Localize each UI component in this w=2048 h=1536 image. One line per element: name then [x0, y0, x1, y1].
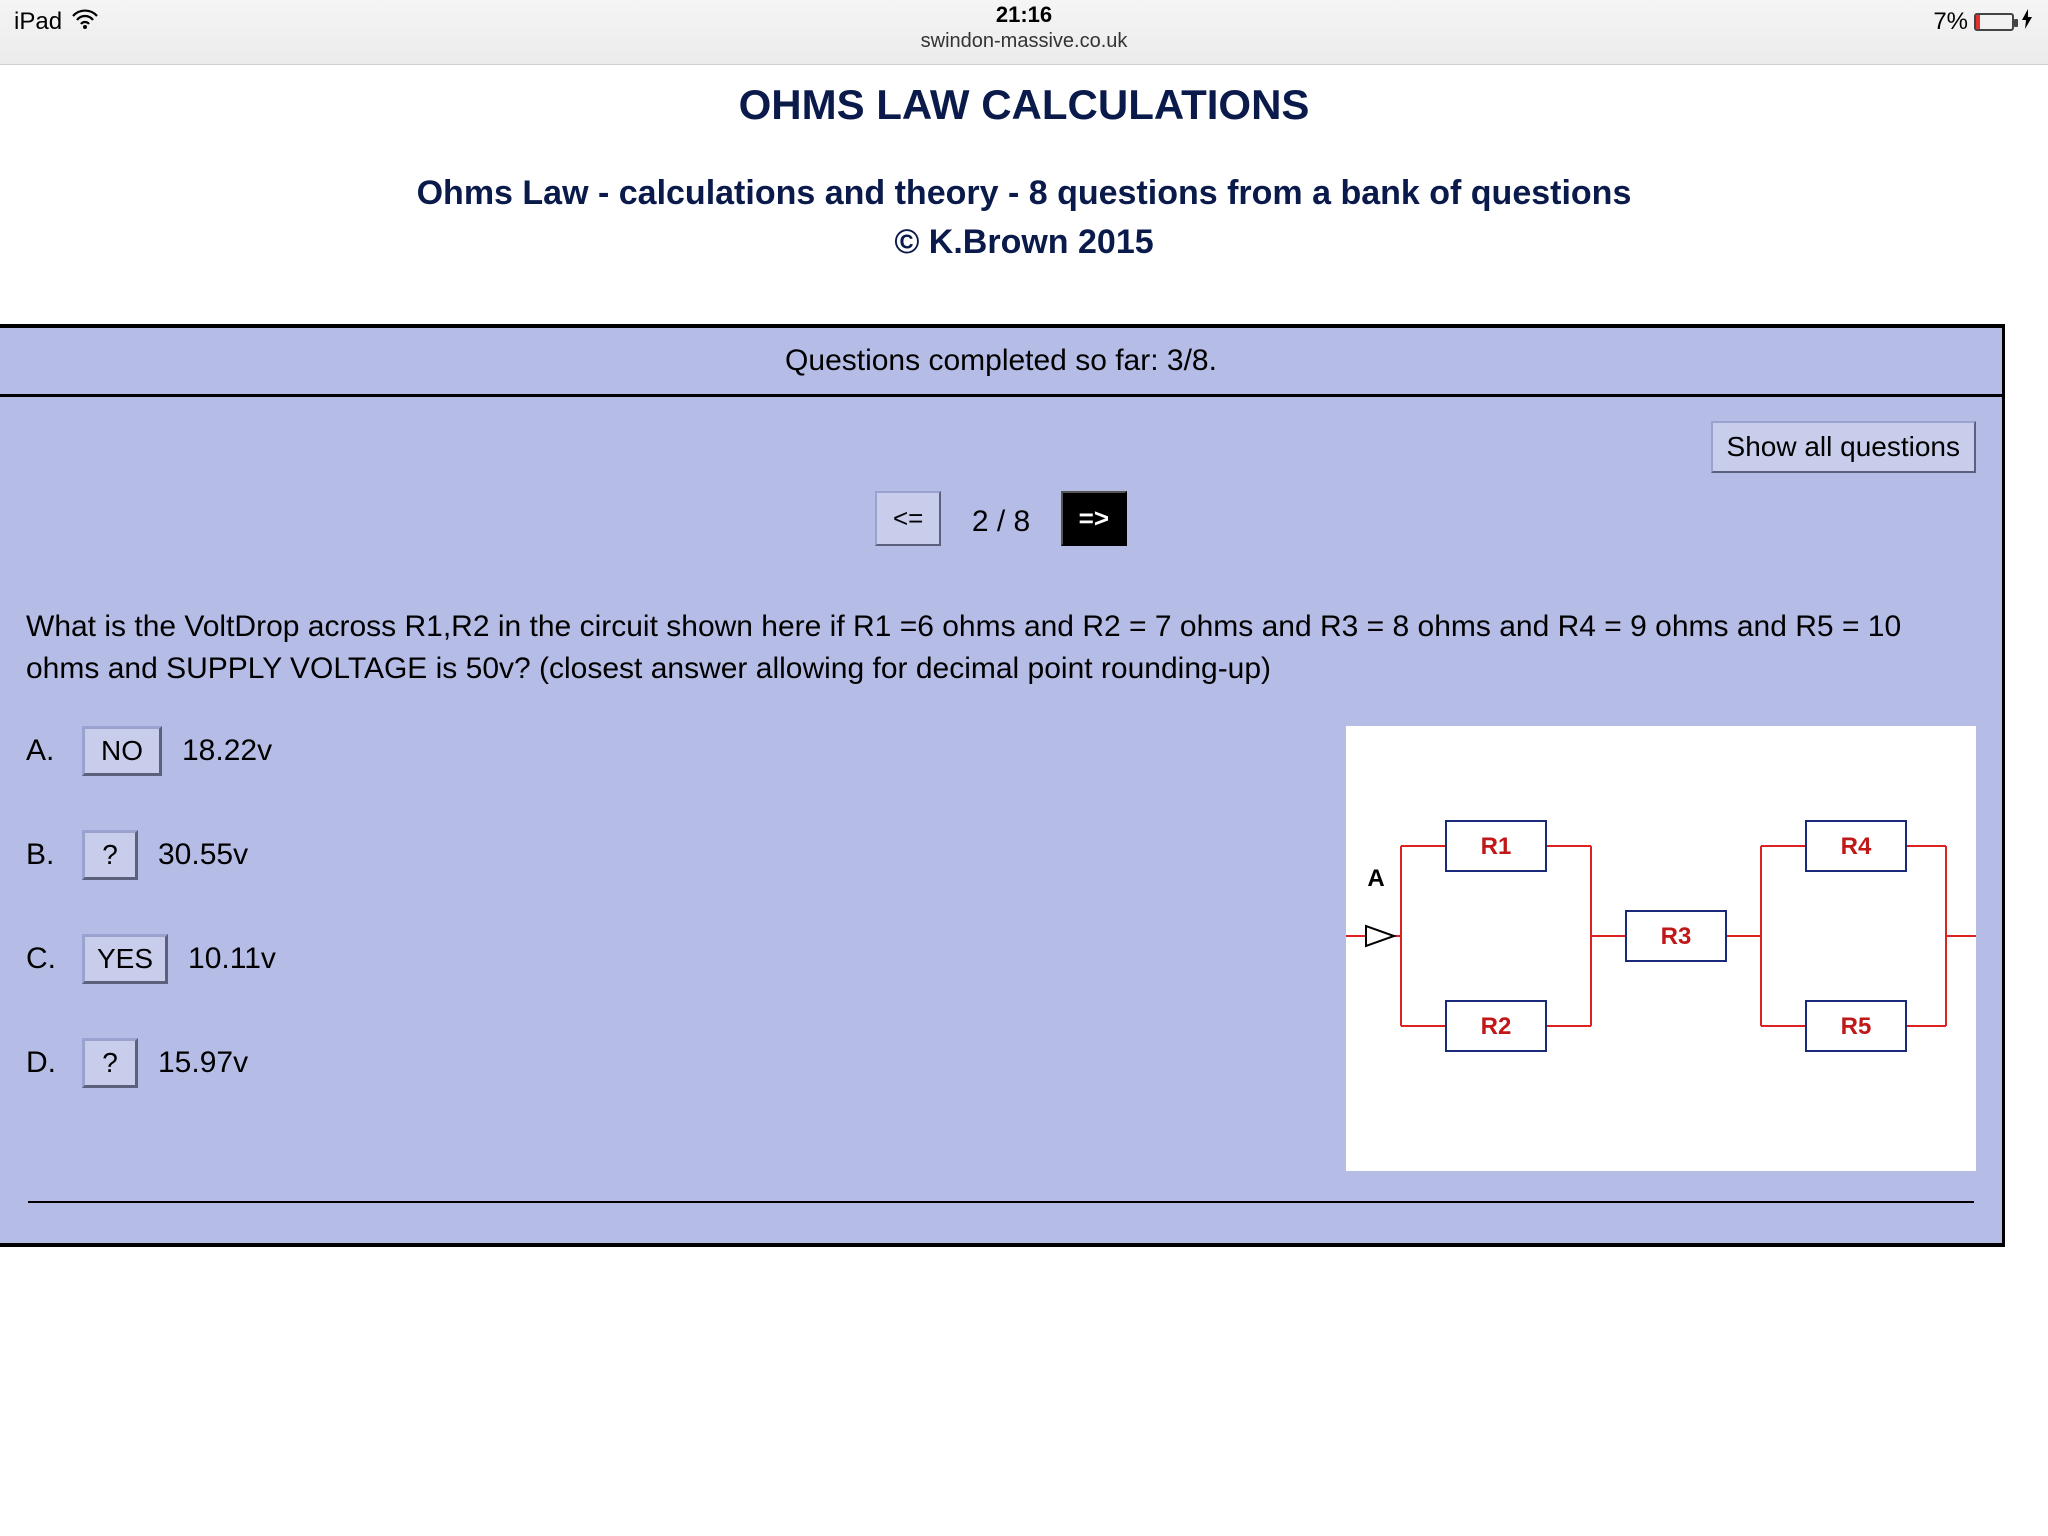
- divider: [28, 1201, 1974, 1203]
- question-counter: 2 / 8: [972, 505, 1030, 539]
- answer-value: 18.22v: [182, 734, 272, 768]
- answer-state-button-d[interactable]: ?: [82, 1038, 138, 1088]
- answer-value: 15.97v: [158, 1046, 248, 1080]
- diagram-label-r1: R1: [1481, 833, 1512, 860]
- next-button[interactable]: =>: [1061, 491, 1127, 546]
- diagram-label-r4: R4: [1841, 833, 1872, 860]
- diagram-label-a: A: [1367, 865, 1384, 892]
- statusbar-domain: swindon-massive.co.uk: [921, 30, 1128, 53]
- answer-value: 30.55v: [158, 838, 248, 872]
- charging-icon: [2020, 8, 2034, 36]
- diagram-label-r5: R5: [1841, 1013, 1872, 1040]
- prev-button[interactable]: <=: [875, 491, 941, 546]
- device-label: iPad: [14, 8, 62, 36]
- answer-row-b: B. ? 30.55v: [26, 830, 1306, 880]
- battery-icon: [1974, 13, 2014, 31]
- quiz-body: Show all questions <= 2 / 8 => What is t…: [0, 397, 2002, 1243]
- battery-percent: 7%: [1933, 8, 1968, 36]
- page-title: OHMS LAW CALCULATIONS: [0, 81, 2048, 129]
- ios-statusbar: iPad 21:16 swindon-massive.co.uk 7%: [0, 0, 2048, 65]
- diagram-label-r3: R3: [1661, 923, 1692, 950]
- show-all-button[interactable]: Show all questions: [1711, 421, 1976, 473]
- answer-row-c: C. YES 10.11v: [26, 934, 1306, 984]
- question-text: What is the VoltDrop across R1,R2 in the…: [26, 606, 1976, 690]
- answers-list: A. NO 18.22v B. ? 30.55v C. YES 10.11v: [26, 726, 1306, 1142]
- diagram-label-r2: R2: [1481, 1013, 1512, 1040]
- answer-letter: C.: [26, 942, 62, 976]
- wifi-icon: [72, 8, 98, 36]
- statusbar-time: 21:16: [921, 2, 1128, 28]
- quiz-container: Questions completed so far: 3/8. Show al…: [0, 324, 2005, 1247]
- question-nav: <= 2 / 8 =>: [26, 491, 1976, 546]
- answer-row-d: D. ? 15.97v: [26, 1038, 1306, 1088]
- answer-state-button-c[interactable]: YES: [82, 934, 168, 984]
- answer-state-button-a[interactable]: NO: [82, 726, 162, 776]
- answer-state-button-b[interactable]: ?: [82, 830, 138, 880]
- answer-letter: A.: [26, 734, 62, 768]
- subtitle-line1: Ohms Law - calculations and theory - 8 q…: [417, 174, 1632, 212]
- progress-banner: Questions completed so far: 3/8.: [0, 328, 2002, 397]
- answer-row-a: A. NO 18.22v: [26, 726, 1306, 776]
- progress-text: Questions completed so far: 3/8.: [785, 344, 1217, 377]
- circuit-diagram: A R1 R2 R3 R4 R5: [1346, 726, 1976, 1171]
- subtitle-line2: © K.Brown 2015: [894, 223, 1153, 261]
- answer-letter: B.: [26, 838, 62, 872]
- page-subtitle: Ohms Law - calculations and theory - 8 q…: [0, 169, 2048, 268]
- answer-letter: D.: [26, 1046, 62, 1080]
- answer-value: 10.11v: [188, 942, 276, 976]
